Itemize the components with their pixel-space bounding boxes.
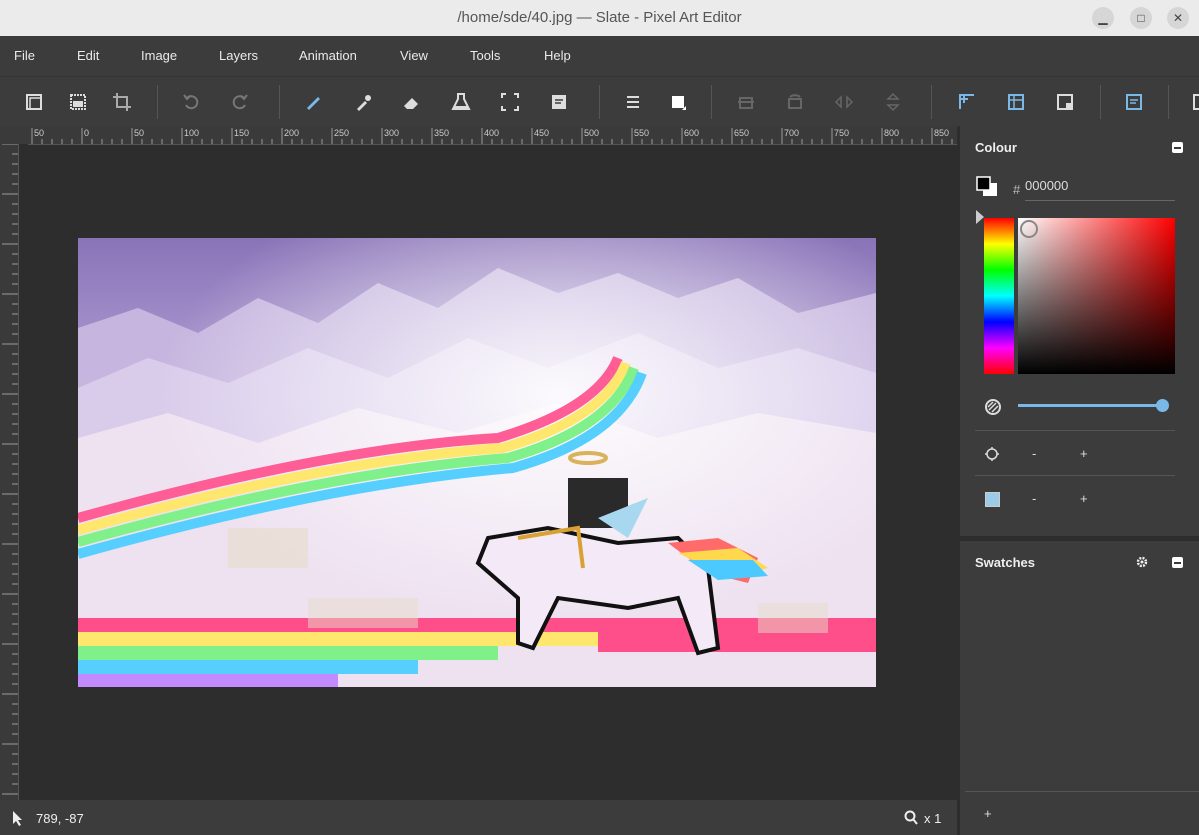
ruler-label: 350 xyxy=(434,128,449,138)
hue-slider[interactable] xyxy=(984,218,1014,374)
title-bar: /home/sde/40.jpg — Slate - Pixel Art Edi… xyxy=(0,0,1199,36)
menu-tools[interactable]: Tools xyxy=(470,36,500,76)
menu-view[interactable]: View xyxy=(400,36,428,76)
toolbar-separator xyxy=(1168,85,1169,119)
ruler-label: 400 xyxy=(484,128,499,138)
rotate-h-icon[interactable] xyxy=(831,89,857,115)
secondary-decrease[interactable]: - xyxy=(1032,491,1036,506)
right-sidebar: Colour # 000000 - + - + Swatches + xyxy=(958,126,1199,835)
toolbar-separator xyxy=(599,85,600,119)
ruler-label: 150 xyxy=(234,128,249,138)
crop-icon[interactable] xyxy=(109,89,135,115)
eraser-icon[interactable] xyxy=(398,89,424,115)
ruler-label: 700 xyxy=(784,128,799,138)
toolbar-separator xyxy=(157,85,158,119)
toolbar xyxy=(0,76,1199,127)
fg-bg-colour-icon[interactable] xyxy=(976,176,1000,203)
vertical-ruler xyxy=(0,144,19,800)
more-icon[interactable] xyxy=(1186,89,1199,115)
brush-size-increase[interactable]: + xyxy=(1080,446,1088,461)
swatches-panel-title: Swatches xyxy=(975,555,1035,570)
undo-icon[interactable] xyxy=(178,89,204,115)
ruler-label: 850 xyxy=(934,128,949,138)
divider xyxy=(975,475,1175,476)
cursor-icon xyxy=(12,810,24,829)
swatches-panel: Swatches + xyxy=(960,541,1199,835)
hex-input[interactable]: 000000 xyxy=(1025,178,1175,201)
grid-icon[interactable] xyxy=(954,89,980,115)
zoom-level: x 1 xyxy=(924,811,942,826)
secondary-swatch-icon xyxy=(985,492,1000,507)
collapse-icon[interactable] xyxy=(1172,557,1183,568)
add-swatch-button[interactable]: + xyxy=(984,806,992,821)
fill-icon[interactable] xyxy=(448,89,474,115)
panel-icon[interactable] xyxy=(1052,89,1078,115)
ruler-label: 100 xyxy=(184,128,199,138)
tile-icon[interactable] xyxy=(1003,89,1029,115)
eyedropper-icon[interactable] xyxy=(350,89,376,115)
layers-icon[interactable] xyxy=(21,89,47,115)
ruler-label: 250 xyxy=(334,128,349,138)
menu-bar: File Edit Image Layers Animation View To… xyxy=(0,36,1199,76)
toolbar-separator xyxy=(279,85,280,119)
ruler-label: 750 xyxy=(834,128,849,138)
toolbar-separator xyxy=(711,85,712,119)
colour-panel-title: Colour xyxy=(975,140,1017,155)
menu-icon[interactable] xyxy=(620,89,646,115)
picker-handle[interactable] xyxy=(1020,220,1038,238)
menu-layers[interactable]: Layers xyxy=(219,36,258,76)
opacity-slider[interactable] xyxy=(1018,404,1164,407)
note-icon[interactable] xyxy=(1121,89,1147,115)
secondary-increase[interactable]: + xyxy=(1080,491,1088,506)
ruler-label: 0 xyxy=(84,128,89,138)
minimize-button[interactable]: ▁ xyxy=(1092,7,1114,29)
selection-icon[interactable] xyxy=(497,89,523,115)
maximize-button[interactable]: □ xyxy=(1130,7,1152,29)
divider xyxy=(975,430,1175,431)
menu-animation[interactable]: Animation xyxy=(299,36,357,76)
menu-edit[interactable]: Edit xyxy=(77,36,99,76)
pen-icon[interactable] xyxy=(300,89,326,115)
ruler-label: 800 xyxy=(884,128,899,138)
ruler-label: 200 xyxy=(284,128,299,138)
rotate-v-icon[interactable] xyxy=(880,89,906,115)
menu-image[interactable]: Image xyxy=(141,36,177,76)
brush-size-icon xyxy=(984,446,1000,467)
close-button[interactable]: ✕ xyxy=(1167,7,1189,29)
select-all-icon[interactable] xyxy=(65,89,91,115)
menu-file[interactable]: File xyxy=(14,36,35,76)
zoom-icon[interactable] xyxy=(904,810,918,829)
notes-icon[interactable] xyxy=(546,89,572,115)
ruler-label: 50 xyxy=(34,128,44,138)
opacity-slider-thumb[interactable] xyxy=(1156,399,1169,412)
menu-help[interactable]: Help xyxy=(544,36,571,76)
ruler-label: 300 xyxy=(384,128,399,138)
ruler-corner xyxy=(0,126,28,144)
ruler-label: 600 xyxy=(684,128,699,138)
toolbar-separator xyxy=(1100,85,1101,119)
horizontal-ruler: 50 0 50 100 150 200 250 300 350 400 450 500 550 600 65… xyxy=(28,126,957,145)
saturation-value-picker[interactable] xyxy=(1018,218,1175,374)
colour-panel: Colour # 000000 - + - + xyxy=(960,126,1199,536)
divider xyxy=(965,791,1199,792)
flip-v-icon[interactable] xyxy=(782,89,808,115)
hex-prefix: # xyxy=(1013,182,1021,197)
ruler-label: 500 xyxy=(584,128,599,138)
ruler-label: 450 xyxy=(534,128,549,138)
opacity-icon xyxy=(984,398,1002,421)
status-bar: 789, -87 x 1 xyxy=(0,800,957,835)
brush-size-decrease[interactable]: - xyxy=(1032,446,1036,461)
collapse-icon[interactable] xyxy=(1172,142,1183,153)
window-title: /home/sde/40.jpg — Slate - Pixel Art Edi… xyxy=(457,9,742,26)
flip-h-icon[interactable] xyxy=(733,89,759,115)
gear-icon[interactable] xyxy=(1135,555,1149,574)
toolbar-separator xyxy=(931,85,932,119)
redo-icon[interactable] xyxy=(227,89,253,115)
ruler-label: 650 xyxy=(734,128,749,138)
cursor-coordinates: 789, -87 xyxy=(36,811,84,826)
ruler-label: 550 xyxy=(634,128,649,138)
fill-rect-icon[interactable] xyxy=(665,89,691,115)
pixel-art-image[interactable] xyxy=(78,238,876,687)
ruler-label: 50 xyxy=(134,128,144,138)
